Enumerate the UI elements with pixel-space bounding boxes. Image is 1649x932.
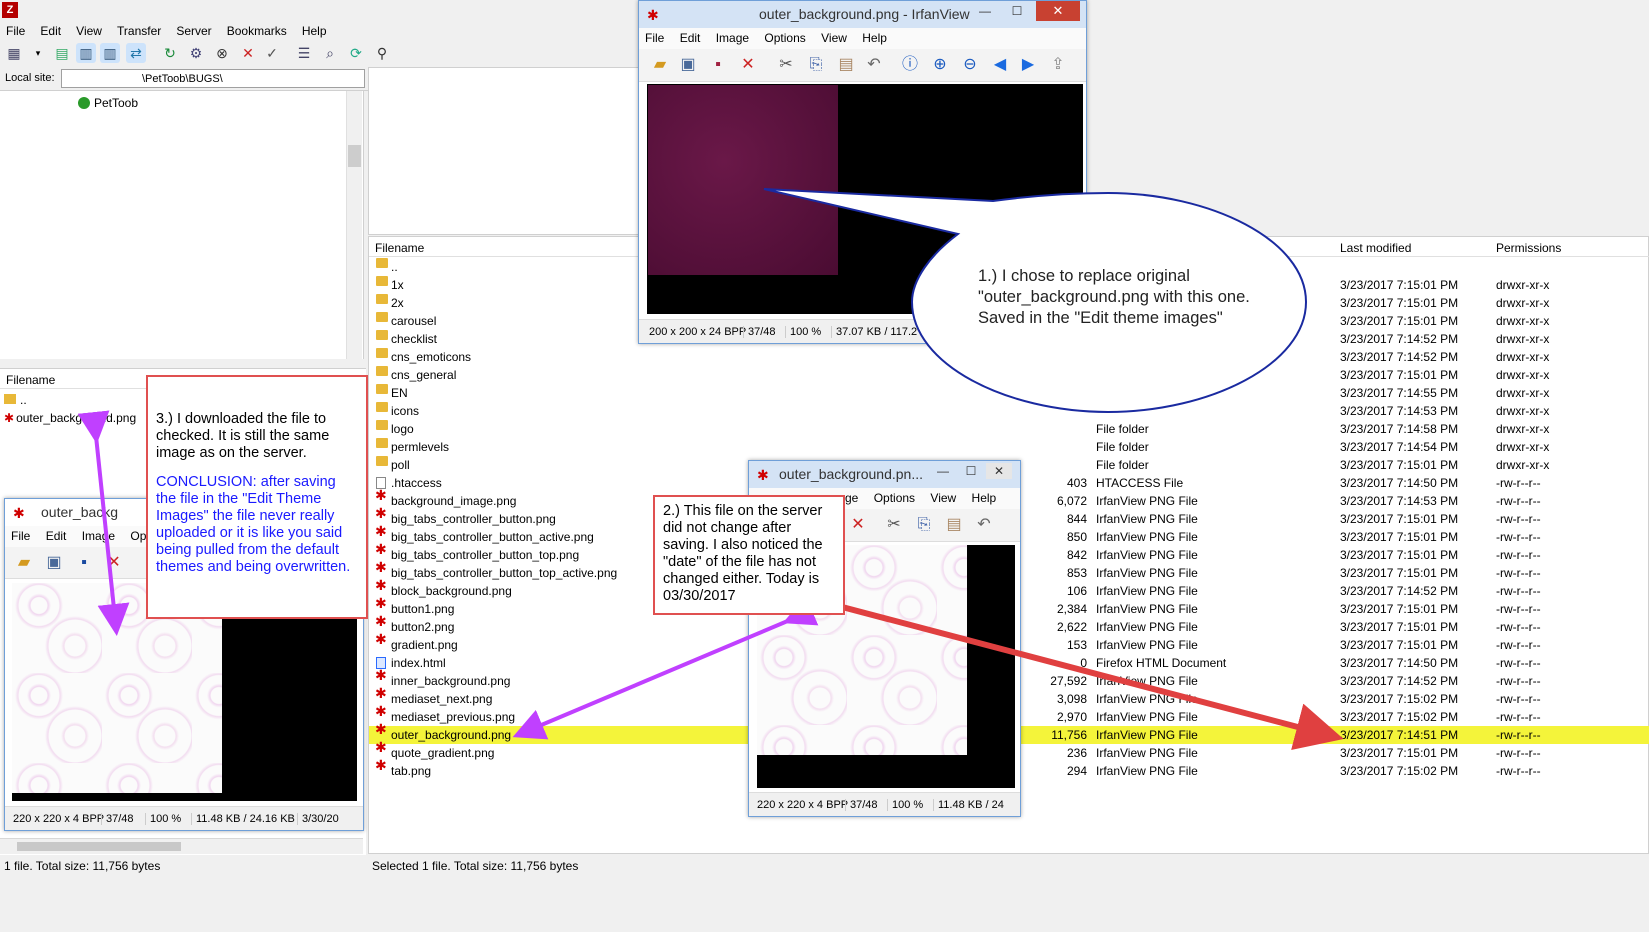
note-2-text: 2.) This file on the server did not chan… <box>663 503 823 604</box>
note-2: 2.) This file on the server did not chan… <box>653 495 845 615</box>
red-arrow <box>807 595 1344 751</box>
bubble-note-1: 1.) I chose to replace original "outer_b… <box>978 267 1250 327</box>
purple-arrow-diagonal <box>512 595 819 740</box>
note-3: 3.) I downloaded the file to checked. It… <box>146 375 368 619</box>
note-3-text: 3.) I downloaded the file to checked. It… <box>156 411 330 461</box>
purple-arrow-vertical <box>77 410 130 636</box>
note-3-conclusion: CONCLUSION: after saving the file in the… <box>156 474 351 575</box>
